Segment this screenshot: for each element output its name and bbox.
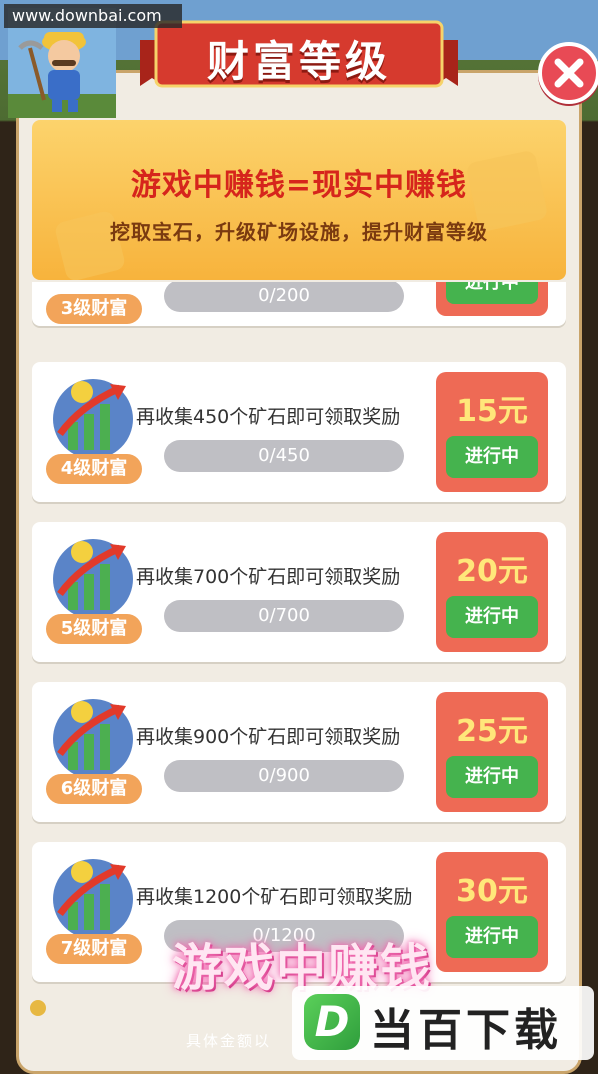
video-subtitle: 具体金额以 xyxy=(186,1032,272,1050)
level-badge: 4级财富 xyxy=(46,454,142,484)
level-badge: 7级财富 xyxy=(46,934,142,964)
progress-bar: 0/900 xyxy=(164,760,404,792)
close-button[interactable] xyxy=(538,42,598,104)
status-button[interactable]: 进行中 xyxy=(446,596,538,638)
task-description: 再收集1200个矿石即可领取奖励 xyxy=(136,886,413,908)
list-item: 6级财富 再收集900个矿石即可领取奖励 0/900 25元 进行中 xyxy=(32,682,566,822)
level-badge: 6级财富 xyxy=(46,774,142,804)
progress-text: 0/450 xyxy=(258,445,310,466)
status-button[interactable]: 进行中 xyxy=(446,756,538,798)
progress-text: 0/700 xyxy=(258,605,310,626)
reward-box: 25元 进行中 xyxy=(436,692,548,812)
status-button[interactable]: 进行中 xyxy=(446,282,538,304)
reward-amount: 20元 xyxy=(456,554,528,589)
list-item: 5级财富 再收集700个矿石即可领取奖励 0/700 20元 进行中 xyxy=(32,522,566,662)
page-title: 财富等级 xyxy=(206,37,391,86)
level-badge: 3级财富 xyxy=(46,294,142,324)
reward-box: 进行中 xyxy=(436,282,548,316)
coin-icon xyxy=(30,1000,46,1016)
promo-banner: 游戏中赚钱=现实中赚钱 挖取宝石，升级矿场设施，提升财富等级 xyxy=(32,120,566,280)
brand-name: 当百下载 xyxy=(370,1005,562,1056)
level-badge: 5级财富 xyxy=(46,614,142,644)
progress-text: 0/900 xyxy=(258,765,310,786)
progress-bar: 0/450 xyxy=(164,440,404,472)
site-watermark: www.downbai.com xyxy=(4,4,182,28)
money-growth-chart-icon xyxy=(53,539,133,619)
list-item: 0/200 3级财富 进行中 xyxy=(32,282,566,326)
task-description: 再收集900个矿石即可领取奖励 xyxy=(136,726,401,748)
progress-text: 0/200 xyxy=(258,285,310,306)
money-growth-chart-icon xyxy=(53,859,133,939)
status-button[interactable]: 进行中 xyxy=(446,436,538,478)
brand-logo: D 当百下载 xyxy=(292,986,594,1060)
reward-amount: 15元 xyxy=(456,394,528,429)
reward-box: 20元 进行中 xyxy=(436,532,548,652)
reward-amount: 30元 xyxy=(456,874,528,909)
reward-box: 15元 进行中 xyxy=(436,372,548,492)
wealth-level-list[interactable]: 0/200 3级财富 进行中 4级财富 再收集450个矿石即可领取奖励 0/45… xyxy=(32,282,566,1002)
banner-title: 游戏中赚钱=现实中赚钱 xyxy=(130,168,468,203)
close-icon xyxy=(554,58,584,88)
progress-bar: 0/200 xyxy=(164,282,404,312)
progress-bar: 0/700 xyxy=(164,600,404,632)
brand-d-icon: D xyxy=(304,994,360,1050)
banner-subtitle: 挖取宝石，升级矿场设施，提升财富等级 xyxy=(110,220,488,244)
money-growth-chart-icon xyxy=(53,699,133,779)
reward-amount: 25元 xyxy=(456,714,528,749)
list-item: 4级财富 再收集450个矿石即可领取奖励 0/450 15元 进行中 xyxy=(32,362,566,502)
task-description: 再收集450个矿石即可领取奖励 xyxy=(136,406,401,428)
money-growth-chart-icon xyxy=(53,379,133,459)
task-description: 再收集700个矿石即可领取奖励 xyxy=(136,566,401,588)
